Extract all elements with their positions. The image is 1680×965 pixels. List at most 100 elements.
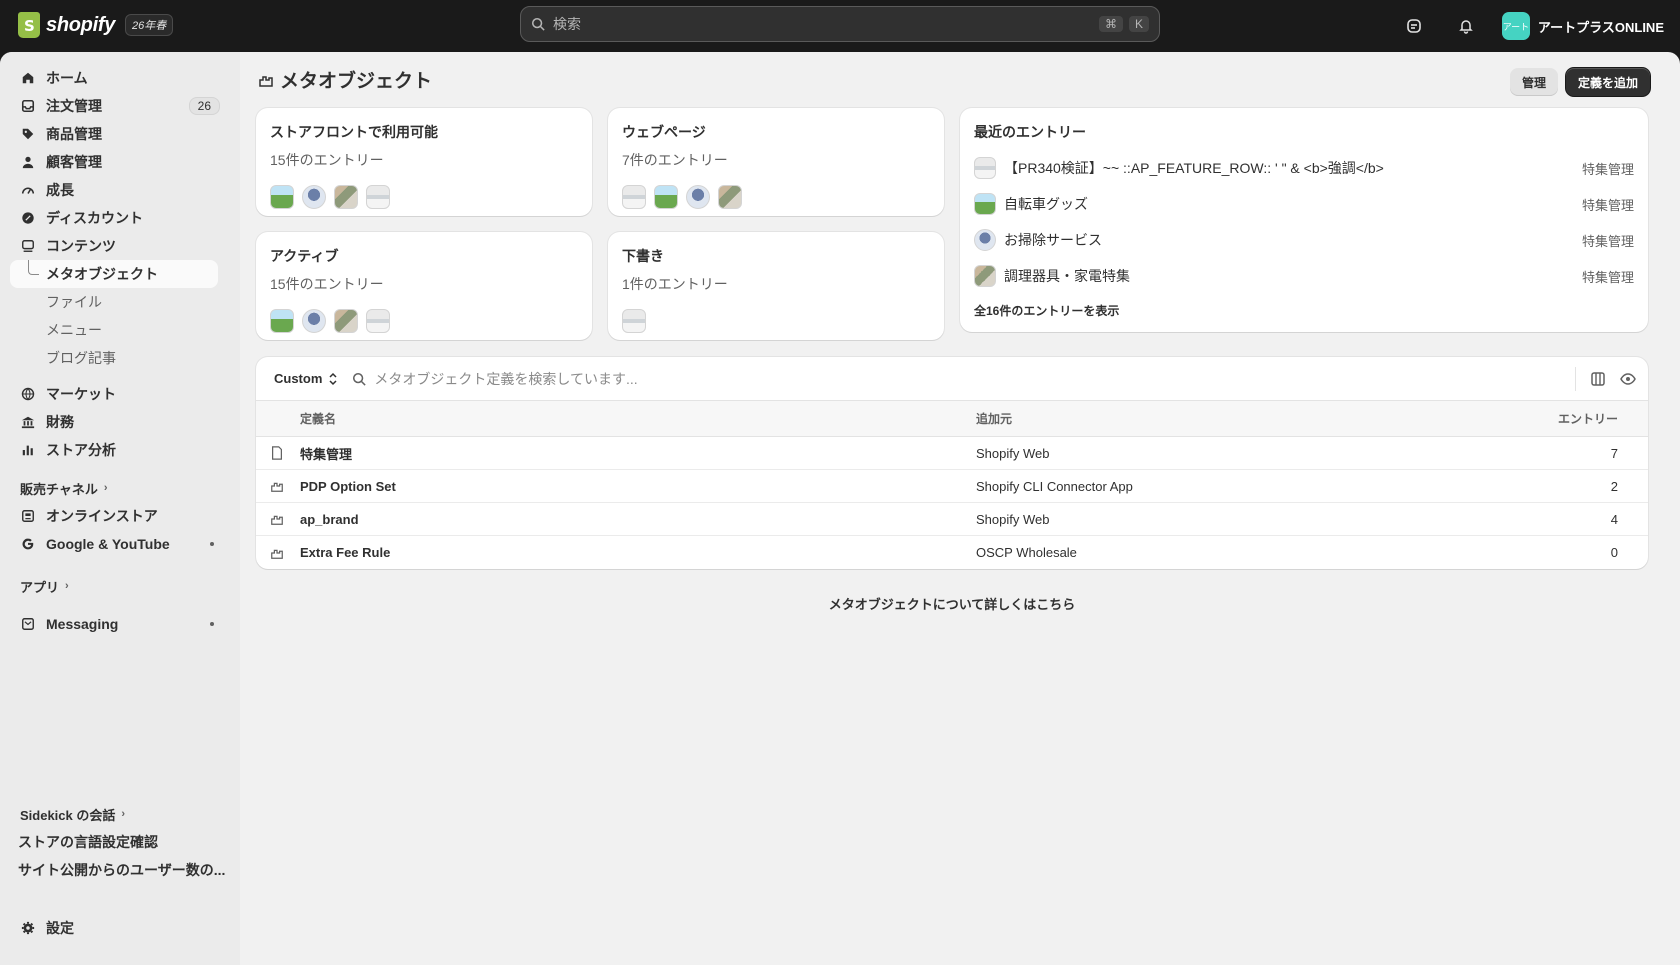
entry-thumbnail <box>366 185 390 209</box>
recent-entry-type: 特集管理 <box>1581 269 1634 285</box>
sidekick-button[interactable] <box>1398 10 1430 42</box>
learn-more-link[interactable]: メタオブジェクトについて詳しくはこちら <box>256 594 1648 613</box>
entry-thumbnail <box>974 193 996 215</box>
recent-entries-card: 最近のエントリー 【PR340検証】~~ ::AP_FEATURE_ROW:: … <box>960 108 1648 332</box>
metaobject-icon <box>271 515 283 525</box>
definition-source: OSCP Wholesale <box>976 545 1077 560</box>
card-title: 下書き <box>622 248 664 264</box>
sales-channels-header[interactable]: 販売チャネル › <box>0 474 240 502</box>
view-all-entries-link[interactable]: 全16件のエントリーを表示 <box>974 302 1119 319</box>
sidebar-item-home[interactable]: ホーム <box>0 64 230 92</box>
recent-entry-row[interactable]: 調理器具・家電特集 特集管理 <box>974 258 1634 294</box>
gauge-icon <box>20 182 36 198</box>
metaobject-icon <box>271 482 283 492</box>
sidebar-item-products[interactable]: 商品管理 <box>0 120 230 148</box>
definition-search[interactable] <box>352 370 1575 387</box>
sidebar-item-discounts[interactable]: ディスカウント <box>0 204 230 232</box>
sidebar-item-label: ホーム <box>46 70 88 86</box>
sidebar-item-metaobjects[interactable]: メタオブジェクト <box>10 260 218 288</box>
sidebar-item-files[interactable]: ファイル <box>0 288 218 316</box>
entry-thumbnail <box>718 185 742 209</box>
table-row[interactable]: 特集管理 Shopify Web 7 <box>256 437 1648 470</box>
recent-entry-row[interactable]: 【PR340検証】~~ ::AP_FEATURE_ROW:: ' " & <b>… <box>974 150 1634 186</box>
definition-source: Shopify CLI Connector App <box>976 478 1133 494</box>
card-title: ストアフロントで利用可能 <box>270 124 438 140</box>
table-row[interactable]: PDP Option Set Shopify CLI Connector App… <box>256 470 1648 503</box>
sidebar-item-google-youtube[interactable]: Google & YouTube <box>0 530 230 558</box>
entry-thumbnail <box>622 309 646 333</box>
sidebar-item-growth[interactable]: 成長 <box>0 176 230 204</box>
page-icon <box>272 446 282 460</box>
shopify-logo[interactable]: shopify 26年春 <box>18 12 174 38</box>
sidebar-item-analytics[interactable]: ストア分析 <box>0 436 230 464</box>
store-menu[interactable]: アート アートプラスONLINE <box>1501 12 1664 40</box>
sidebar-item-content[interactable]: コンテンツ <box>0 232 230 260</box>
entry-thumbnail <box>366 309 390 333</box>
recent-entry-type: 特集管理 <box>1581 233 1634 249</box>
sidebar-item-orders[interactable]: 注文管理 26 <box>0 92 230 120</box>
page-title: メタオブジェクト <box>258 66 432 93</box>
definition-entries: 4 <box>1610 511 1618 527</box>
sidebar-item-label: 注文管理 <box>46 98 102 114</box>
sidebar-item-label: コンテンツ <box>46 238 116 254</box>
sidekick-conversation[interactable]: サイト公開からのユーザー数の... <box>0 856 230 884</box>
card-subtitle: 1件のエントリー <box>622 276 728 292</box>
table-header: 定義名 追加元 エントリー <box>256 401 1648 437</box>
sidebar-item-label: 成長 <box>46 182 74 198</box>
card-draft[interactable]: 下書き 1件のエントリー <box>608 232 944 340</box>
table-row[interactable]: ap_brand Shopify Web 4 <box>256 503 1648 536</box>
sidebar-item-settings[interactable]: 設定 <box>0 914 230 942</box>
sidebar-item-blog-posts[interactable]: ブログ記事 <box>0 344 218 372</box>
sidebar-item-online-store[interactable]: オンラインストア <box>0 502 230 530</box>
definition-entries: 7 <box>1610 445 1618 461</box>
entry-thumbnail <box>270 185 294 209</box>
sidekick-header[interactable]: Sidekick の会話 › <box>0 800 240 828</box>
sidekick-conversation[interactable]: ストアの言語設定確認 <box>0 828 230 856</box>
recent-entry-row[interactable]: 自転車グッズ 特集管理 <box>974 186 1634 222</box>
sidebar-item-menus[interactable]: メニュー <box>0 316 218 344</box>
add-definition-button[interactable]: 定義を追加 <box>1565 68 1650 96</box>
card-storefront[interactable]: ストアフロントで利用可能 15件のエントリー <box>256 108 592 216</box>
card-subtitle: 7件のエントリー <box>622 152 728 168</box>
definition-source: Shopify Web <box>976 445 1050 461</box>
sidebar-item-markets[interactable]: マーケット <box>0 380 230 408</box>
entry-thumbnail <box>974 265 996 287</box>
sidebar-item-finance[interactable]: 財務 <box>0 408 230 436</box>
sidebar-item-customers[interactable]: 顧客管理 <box>0 148 230 176</box>
card-title: アクティブ <box>270 248 339 264</box>
manage-button[interactable]: 管理 <box>1509 68 1558 96</box>
definition-source: Shopify Web <box>976 511 1050 527</box>
person-icon <box>20 154 36 170</box>
eye-icon[interactable] <box>1620 371 1636 387</box>
definition-search-input[interactable] <box>374 370 1575 387</box>
recent-entry-type: 特集管理 <box>1581 161 1634 177</box>
inbox-icon <box>20 98 36 114</box>
home-icon <box>20 70 36 86</box>
card-active[interactable]: アクティブ 15件のエントリー <box>256 232 592 340</box>
global-search[interactable]: ⌘ K <box>520 6 1160 42</box>
store-icon <box>20 508 36 524</box>
entry-thumbnail <box>622 185 646 209</box>
sidebar-item-messaging[interactable]: Messaging <box>0 610 230 638</box>
shortcut-cmd: ⌘ <box>1098 16 1123 32</box>
brand-name: shopify <box>46 13 116 36</box>
gear-icon <box>20 920 36 936</box>
column-header-source[interactable]: 追加元 <box>976 410 1528 427</box>
card-subtitle: 15件のエントリー <box>270 276 384 292</box>
recent-entry-row[interactable]: お掃除サービス 特集管理 <box>974 222 1634 258</box>
filter-select[interactable]: Custom <box>274 371 338 386</box>
messaging-icon <box>20 616 36 632</box>
column-header-name[interactable]: 定義名 <box>300 410 976 427</box>
table-toolbar: Custom <box>256 357 1648 401</box>
search-icon <box>531 17 545 31</box>
table-row[interactable]: Extra Fee Rule OSCP Wholesale 0 <box>256 536 1648 569</box>
columns-icon[interactable] <box>1590 371 1606 387</box>
card-webpage[interactable]: ウェブページ 7件のエントリー <box>608 108 944 216</box>
global-search-input[interactable] <box>553 16 1093 32</box>
sort-arrows-icon <box>329 372 337 385</box>
definition-entries: 2 <box>1610 478 1618 494</box>
apps-header[interactable]: アプリ › <box>0 572 240 600</box>
notifications-button[interactable] <box>1450 10 1482 42</box>
entry-thumbnail <box>334 185 358 209</box>
column-header-entries[interactable]: エントリー <box>1528 410 1648 427</box>
